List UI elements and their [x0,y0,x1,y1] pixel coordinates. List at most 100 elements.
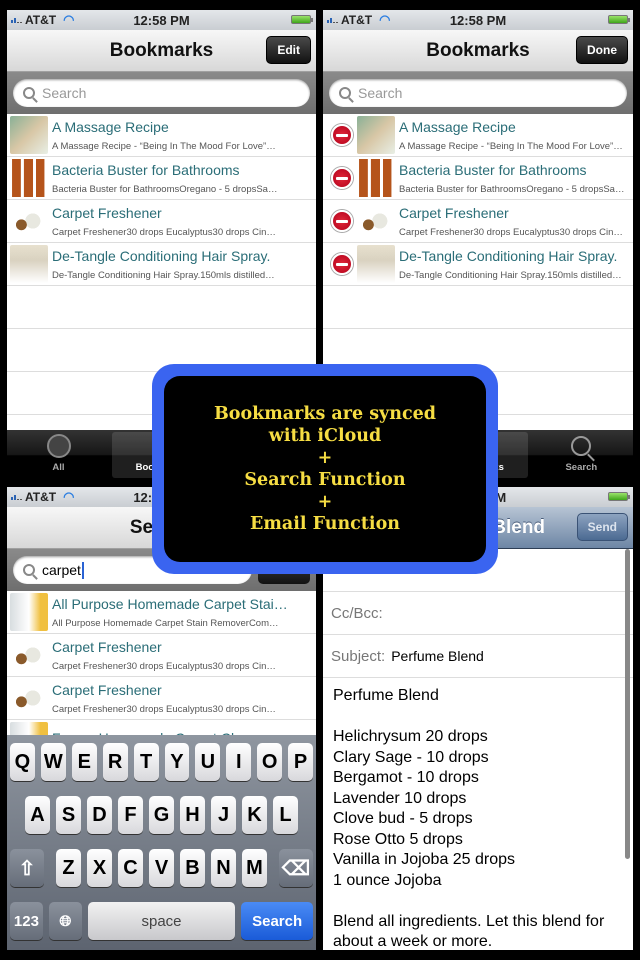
item-title: Carpet Freshener [52,204,162,221]
space-key[interactable]: space [87,902,236,940]
cc-bcc-label: Cc/Bcc: [331,604,383,622]
empty-row [323,286,633,329]
email-body-line: Clove bud - 5 drops [333,810,473,827]
callout-line: with iCloud [268,426,382,446]
numbers-key[interactable]: 123 [10,902,43,940]
key-l[interactable]: L [273,796,298,834]
delete-icon[interactable] [331,210,353,232]
key-v[interactable]: V [149,849,174,887]
key-x[interactable]: X [87,849,112,887]
search-input[interactable]: Search [13,79,310,107]
key-m[interactable]: M [242,849,267,887]
list-item[interactable]: Carpet Freshener Carpet Freshener30 drops… [323,200,633,243]
email-body-line: Blend all ingredients. Let this blend fo… [333,912,605,930]
key-o[interactable]: O [257,743,283,781]
item-title: Bacteria Buster for Bathrooms [52,161,240,178]
tab-all[interactable]: All [9,432,108,478]
item-subtitle: Carpet Freshener30 drops Eucalyptus30 dr… [399,226,623,238]
recipe-thumbnail [10,202,48,240]
key-n[interactable]: N [211,849,236,887]
backspace-key[interactable]: ⌫ [279,849,313,887]
item-subtitle: A Massage Recipe - “Being In The Mood Fo… [399,140,623,152]
key-g[interactable]: G [149,796,174,834]
list-item[interactable]: Carpet Freshener Carpet Freshener30 drops… [7,200,316,243]
key-y[interactable]: Y [164,743,190,781]
search-icon [571,436,592,456]
key-p[interactable]: P [288,743,314,781]
key-r[interactable]: R [102,743,128,781]
search-bar: Search [7,72,316,114]
email-body-line [333,707,623,728]
recipe-thumbnail [10,116,48,154]
list-item[interactable]: A Massage Recipe A Massage Recipe - “Bein… [323,114,633,157]
item-title: Carpet Freshener [399,204,509,221]
search-placeholder: Search [42,85,87,101]
search-placeholder: Search [358,85,403,101]
delete-icon[interactable] [331,167,353,189]
key-e[interactable]: E [71,743,97,781]
globe-key[interactable]: 🌐︎ [48,902,82,940]
recipe-thumbnail [357,202,395,240]
delete-icon[interactable] [331,253,353,275]
email-body[interactable]: Perfume Blend Helichrysum 20 drops Clary S… [323,678,633,950]
search-query: carpet [42,562,81,578]
key-f[interactable]: F [118,796,143,834]
keyboard-row-2: ASDFGHJKL [10,796,313,834]
list-item[interactable]: A Massage Recipe A Massage Recipe - “Bein… [7,114,316,157]
subject-field[interactable]: Subject: Perfume Blend [323,635,633,678]
callout-line: Search Function [244,470,406,490]
recipe-thumbnail [10,679,48,717]
tab-search[interactable]: Search [532,432,631,478]
search-input[interactable]: Search [329,79,627,107]
list-item[interactable]: De-Tangle Conditioning Hair Spray. De-Tan… [323,243,633,286]
send-button[interactable]: Send [576,513,628,541]
key-a[interactable]: A [25,796,50,834]
done-button[interactable]: Done [576,36,628,64]
item-title: Carpet Freshener [52,638,162,655]
shift-key[interactable]: ⇧ [10,849,44,887]
key-j[interactable]: J [211,796,236,834]
delete-icon[interactable] [331,124,353,146]
keyboard-row-1: QWERTYUIOP [9,743,314,781]
keyboard-row-4: 123 🌐︎ space Search [10,902,314,940]
key-i[interactable]: I [226,743,252,781]
key-d[interactable]: D [87,796,112,834]
key-u[interactable]: U [195,743,221,781]
edit-button[interactable]: Edit [266,36,311,64]
email-body-line: about a week or more. [333,933,493,950]
list-item[interactable]: Carpet Freshener Carpet Freshener30 drops… [7,677,316,720]
key-c[interactable]: C [118,849,143,887]
list-item[interactable]: Bacteria Buster for Bathrooms Bacteria Bu… [7,157,316,200]
list-item[interactable]: Carpet Freshener Carpet Freshener30 drops… [7,634,316,677]
key-q[interactable]: Q [9,743,35,781]
key-h[interactable]: H [180,796,205,834]
item-title: De-Tangle Conditioning Hair Spray. [52,247,271,264]
battery-icon [608,15,630,24]
key-z[interactable]: Z [56,849,81,887]
item-subtitle: A Massage Recipe - “Being In The Mood Fo… [52,140,276,152]
search-icon [23,87,35,99]
callout-line: Email Function [250,514,400,534]
list-item[interactable]: De-Tangle Conditioning Hair Spray. De-Tan… [7,243,316,286]
key-b[interactable]: B [180,849,205,887]
key-s[interactable]: S [56,796,81,834]
email-body-line: Helichrysum 20 drops [333,728,488,745]
item-title: Carpet Freshener [52,681,162,698]
key-k[interactable]: K [242,796,267,834]
page-title: Bookmarks [109,39,214,61]
list-item[interactable]: All Purpose Homemade Carpet Stai… All Pur… [7,591,316,634]
search-key[interactable]: Search [241,902,314,940]
tab-label: Search [565,462,598,473]
list-item[interactable]: Bacteria Buster for Bathrooms Bacteria Bu… [323,157,633,200]
item-subtitle: Carpet Freshener30 drops Eucalyptus30 dr… [52,703,276,715]
scrollbar[interactable] [625,549,630,859]
key-w[interactable]: W [40,743,66,781]
email-body-line [333,891,623,912]
email-body-line: Bergamot - 10 drops [333,769,479,786]
cc-bcc-field[interactable]: Cc/Bcc: [323,592,633,635]
status-bar: AT&T ◠ 12:58 PM [7,10,316,30]
item-title: De-Tangle Conditioning Hair Spray. [399,247,618,264]
key-t[interactable]: T [133,743,159,781]
page-title: Bookmarks [426,39,530,61]
email-body-line: Perfume Blend [333,687,439,704]
